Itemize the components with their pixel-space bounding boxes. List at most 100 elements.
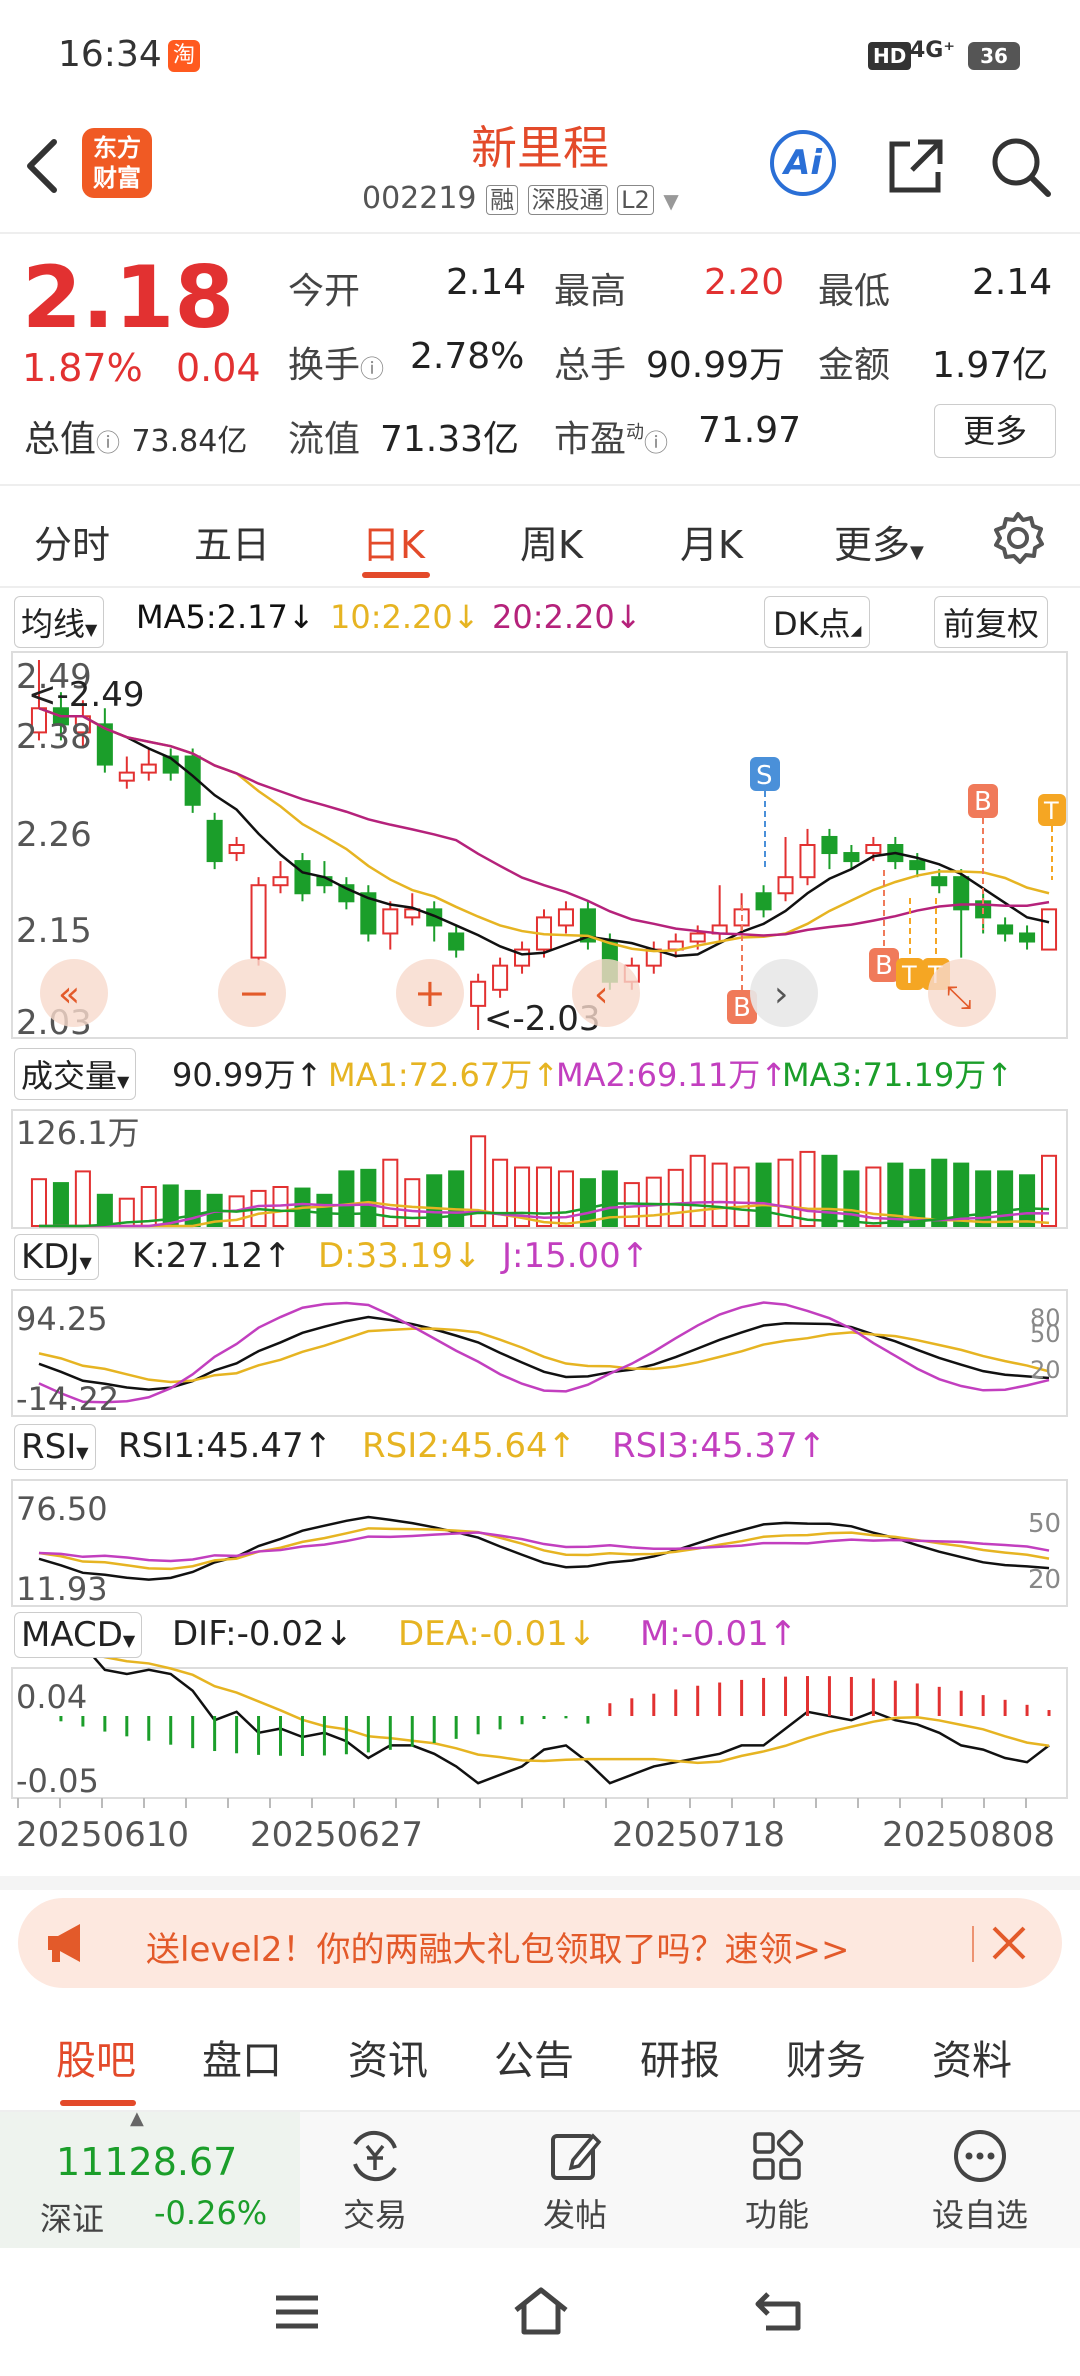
post-button[interactable]: 发帖: [520, 2112, 630, 2248]
tab-profile[interactable]: 资料: [932, 2028, 1012, 2086]
float-cap-value: 71.33亿: [380, 419, 520, 460]
edit-icon: [551, 2133, 602, 2180]
macd-dif-value: DIF:-0.02↓: [172, 1614, 354, 1654]
index-ticker[interactable]: ▲ 11128.67 深证 -0.26%: [0, 2108, 300, 2248]
chevron-right-icon: ›: [774, 974, 788, 1015]
close-icon[interactable]: [990, 1924, 1028, 1962]
dropdown-icon: ▼: [910, 542, 924, 563]
candle-body: [909, 860, 926, 871]
stock-code-row[interactable]: 002219 融 深股通 L2 ▼: [362, 180, 679, 216]
candle-body: [294, 860, 311, 895]
volume-bar: [843, 1170, 860, 1228]
volume-bar: [711, 1162, 728, 1227]
volume-select-label: 成交量: [21, 1057, 118, 1095]
turnover-value: 2.78%: [410, 336, 525, 377]
stock-code: 002219: [362, 181, 477, 216]
ma5-value: MA5:2.17↓: [136, 598, 315, 636]
tab-active-indicator: [60, 2100, 136, 2106]
volume-bar: [755, 1162, 772, 1227]
kdj-select-label: KDJ: [21, 1237, 80, 1277]
adjust-select[interactable]: 前复权: [934, 596, 1049, 648]
kdj-k-line: [38, 1315, 1050, 1391]
ai-button[interactable]: Ai: [770, 130, 836, 196]
trade-button[interactable]: 交易: [320, 2112, 430, 2248]
rsi-header: RSI▼ RSI1:45.47↑ RSI2:45.64↑ RSI3:45.37↑: [0, 1420, 1080, 1480]
dropdown-icon[interactable]: ▼: [663, 189, 678, 213]
bottom-action-bar: ▲ 11128.67 深证 -0.26% 交易 发帖 功能 设自选: [0, 2108, 1080, 2248]
candle-body: [843, 852, 860, 863]
tab-research[interactable]: 研报: [640, 2028, 720, 2086]
functions-label: 功能: [744, 2196, 809, 2234]
quote-panel: 2.18 1.87% 0.04 总值ⓘ 73.84亿 今开 2.14 最高 2.…: [0, 234, 1080, 484]
volume-select[interactable]: 成交量▼: [14, 1048, 137, 1100]
info-icon[interactable]: ⓘ: [360, 355, 384, 383]
dropdown-icon: ▼: [85, 620, 98, 639]
volume-bar: [30, 1178, 48, 1227]
menu-icon[interactable]: [272, 2292, 322, 2332]
banner-divider: [972, 1926, 974, 1962]
candle-body: [557, 908, 574, 927]
functions-button[interactable]: 功能: [722, 2112, 832, 2248]
rsi-right-tick: 20: [1028, 1565, 1061, 1595]
add-watchlist-label: 设自选: [931, 2196, 1028, 2234]
dropdown-icon: ▼: [122, 1631, 136, 1650]
rsi-select[interactable]: RSI▼: [14, 1424, 96, 1470]
volume-bar: [931, 1158, 948, 1227]
kdj-d-value: D:33.19↓: [318, 1236, 482, 1276]
tab-pankou[interactable]: 盘口: [202, 2028, 282, 2086]
kline-y-tick: 2.26: [16, 815, 92, 855]
tab-announcements[interactable]: 公告: [494, 2028, 574, 2086]
kdj-header: KDJ▼ K:27.12↑ D:33.19↓ J:15.00↑: [0, 1230, 1080, 1290]
tab-finance[interactable]: 财务: [786, 2028, 866, 2086]
volume-bar: [733, 1166, 750, 1227]
promo-banner[interactable]: 送level2！你的两融大礼包领取了吗？速领>>: [18, 1898, 1062, 1988]
tab-intraday[interactable]: 分时: [34, 514, 110, 569]
megaphone-icon: [48, 1924, 80, 1962]
back-nav-icon[interactable]: [752, 2288, 806, 2334]
tab-five-day[interactable]: 五日: [194, 514, 270, 569]
home-icon[interactable]: [512, 2286, 570, 2336]
macd-select[interactable]: MACD▼: [14, 1612, 143, 1658]
date-label: 20250718: [612, 1815, 785, 1855]
kdj-j-line: [38, 1301, 1050, 1404]
turnover-label-text: 换手: [288, 345, 361, 386]
turnover-label: 换手ⓘ: [288, 336, 384, 388]
ma-select[interactable]: 均线▼: [14, 596, 105, 648]
volume-bar: [689, 1154, 706, 1228]
dropdown-icon: ▼: [79, 1253, 92, 1272]
signal-b-text: B: [733, 993, 751, 1023]
settings-gear-icon[interactable]: [990, 510, 1046, 566]
grid-icon: [753, 2129, 804, 2180]
tab-daily-k[interactable]: 日K: [362, 514, 425, 569]
dk-point-select[interactable]: DK点◢: [764, 596, 871, 648]
float-cap-label: 流值: [288, 419, 361, 460]
volume-label: 总手: [554, 345, 627, 386]
tab-guba[interactable]: 股吧: [56, 2028, 136, 2086]
share-icon[interactable]: [884, 134, 948, 198]
tab-weekly-k[interactable]: 周K: [520, 514, 583, 569]
signal-s-text: S: [756, 761, 773, 791]
candle-body: [492, 964, 509, 991]
dk-label: DK点: [773, 605, 851, 643]
info-icon[interactable]: ⓘ: [644, 429, 668, 457]
tab-more[interactable]: 更多▼: [834, 514, 924, 569]
rsi3-value: RSI3:45.37↑: [612, 1426, 827, 1466]
tag-margin: 融: [486, 185, 519, 215]
more-button[interactable]: 更多: [934, 404, 1056, 458]
status-time: 16:34: [58, 34, 162, 75]
volume-ma1: MA1:72.67万↑: [328, 1056, 560, 1094]
kline-y-tick: 2.15: [16, 911, 92, 951]
add-watchlist-button[interactable]: 设自选: [910, 2112, 1050, 2248]
ma-select-label: 均线: [21, 605, 86, 643]
kdj-top-label: 94.25: [16, 1300, 108, 1338]
rsi2-value: RSI2:45.64↑: [362, 1426, 577, 1466]
ma-bar: 均线▼ MA5:2.17↓ 10:2.20↓ 20:2.20↓ DK点◢ 前复权: [0, 592, 1080, 652]
banner-text: 送level2！你的两融大礼包领取了吗？速领>>: [146, 1930, 850, 1970]
search-icon[interactable]: [988, 134, 1052, 198]
yuan-exchange-icon: [353, 2130, 397, 2182]
info-icon[interactable]: ⓘ: [96, 429, 120, 457]
kdj-select[interactable]: KDJ▼: [14, 1234, 99, 1280]
kdj-d-line: [38, 1327, 1050, 1384]
tab-monthly-k[interactable]: 月K: [680, 514, 743, 569]
tab-news[interactable]: 资讯: [348, 2028, 428, 2086]
